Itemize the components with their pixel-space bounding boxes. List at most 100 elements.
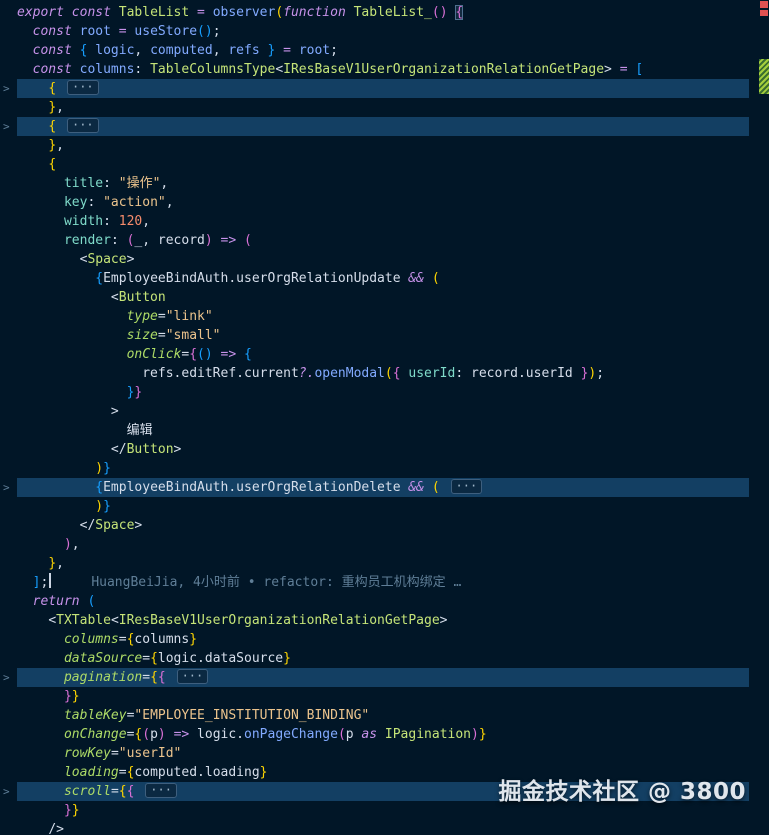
gutter <box>0 41 17 60</box>
code-token: = <box>157 328 166 343</box>
code-line[interactable]: tableKey="EMPLOYEE_INSTITUTION_BINDING" <box>0 706 769 725</box>
code-line[interactable]: columns={columns} <box>0 630 769 649</box>
code-token: => <box>173 727 190 742</box>
code-token: TableList <box>118 5 198 20</box>
code-line-content: type="link" <box>17 307 749 326</box>
overview-ruler-scrollbar[interactable] <box>755 0 769 835</box>
code-line[interactable]: <TXTable<IResBaseV1UserOrganizationRelat… <box>0 611 769 630</box>
folded-code-badge[interactable]: ··· <box>66 118 99 133</box>
fold-chevron-icon[interactable]: > <box>0 782 17 801</box>
code-token: = <box>157 309 166 324</box>
code-line-content: rowKey="userId" <box>17 744 749 763</box>
code-line[interactable]: return ( <box>0 592 769 611</box>
code-token: root <box>298 43 331 58</box>
gutter <box>0 22 17 41</box>
code-line[interactable]: refs.editRef.current?.openModal({ userId… <box>0 364 769 383</box>
gutter <box>0 535 17 554</box>
code-line[interactable]: }, <box>0 554 769 573</box>
code-line[interactable]: > pagination={{ ··· <box>0 668 769 687</box>
code-token: , <box>71 537 80 552</box>
code-line[interactable]: onChange={(p) => logic.onPageChange(p as… <box>0 725 769 744</box>
code-token: "small" <box>165 328 221 343</box>
code-line[interactable]: <Button <box>0 288 769 307</box>
code-line[interactable]: )} <box>0 459 769 478</box>
code-line[interactable]: </Space> <box>0 516 769 535</box>
gutter <box>0 573 17 592</box>
fold-chevron-icon[interactable]: > <box>0 478 17 497</box>
code-line[interactable]: const { logic, computed, refs } = root; <box>0 41 769 60</box>
code-line[interactable]: type="link" <box>0 307 769 326</box>
code-token: = <box>110 784 119 799</box>
code-line[interactable]: }, <box>0 98 769 117</box>
fold-chevron-icon[interactable]: > <box>0 79 17 98</box>
folded-code-badge[interactable]: ··· <box>145 783 177 798</box>
code-line[interactable]: onClick={() => { <box>0 345 769 364</box>
code-token: const <box>32 62 80 77</box>
code-line[interactable]: rowKey="userId" <box>0 744 769 763</box>
gutter <box>0 744 17 763</box>
code-line[interactable]: const columns: TableColumnsType<IResBase… <box>0 60 769 79</box>
code-line-content: {EmployeeBindAuth.userOrgRelationDelete … <box>17 478 749 497</box>
fold-chevron-icon[interactable]: > <box>0 117 17 136</box>
code-token: = <box>619 62 636 77</box>
code-token: TableList_ <box>353 5 432 20</box>
folded-code-badge[interactable]: ··· <box>176 669 209 684</box>
code-editor[interactable]: export const TableList = observer(functi… <box>0 0 769 835</box>
code-token: size <box>126 328 158 343</box>
code-line-content: <Space> <box>17 250 749 269</box>
code-token: , <box>56 138 64 153</box>
code-line[interactable]: ]; HuangBeiJia, 4小时前 • refactor: 重构员工机构绑定… <box>0 573 769 592</box>
folded-code-badge[interactable]: ··· <box>66 80 99 95</box>
code-token: columns <box>134 632 190 647</box>
code-token: const <box>32 43 80 58</box>
code-line[interactable]: export const TableList = observer(functi… <box>0 3 769 22</box>
code-line[interactable]: title: "操作", <box>0 174 769 193</box>
code-token: { <box>392 366 401 381</box>
code-line[interactable]: ), <box>0 535 769 554</box>
code-line[interactable]: > {EmployeeBindAuth.userOrgRelationDelet… <box>0 478 769 497</box>
code-line[interactable]: const root = useStore(); <box>0 22 769 41</box>
code-line[interactable]: { <box>0 155 769 174</box>
folded-code-badge[interactable]: ··· <box>450 479 483 494</box>
code-token: Button <box>118 290 166 305</box>
code-token: } <box>283 651 291 666</box>
code-line[interactable]: }} <box>0 383 769 402</box>
code-token: , <box>142 214 151 229</box>
code-line[interactable]: 编辑 <box>0 421 769 440</box>
code-token: } <box>71 803 80 818</box>
code-line[interactable]: render: (_, record) => ( <box>0 231 769 250</box>
gutter <box>0 649 17 668</box>
code-line[interactable]: )} <box>0 497 769 516</box>
code-line[interactable]: > { ··· <box>0 79 769 98</box>
git-blame-annotation: HuangBeiJia, 4小时前 • refactor: 重构员工机构绑定 … <box>91 575 462 590</box>
code-line[interactable]: > <box>0 402 769 421</box>
code-line[interactable]: width: 120, <box>0 212 769 231</box>
code-line[interactable]: /> <box>0 820 769 835</box>
code-token: observer <box>212 5 276 20</box>
code-line[interactable]: dataSource={logic.dataSource} <box>0 649 769 668</box>
code-line[interactable]: <Space> <box>0 250 769 269</box>
code-line[interactable]: </Button> <box>0 440 769 459</box>
code-line[interactable]: size="small" <box>0 326 769 345</box>
fold-chevron-icon[interactable]: > <box>0 668 17 687</box>
code-token: logic <box>95 43 135 58</box>
code-line[interactable]: key: "action", <box>0 193 769 212</box>
code-line[interactable]: > { ··· <box>0 117 769 136</box>
code-token: () <box>431 5 448 20</box>
code-token: "link" <box>165 309 213 324</box>
code-line[interactable]: {EmployeeBindAuth.userOrgRelationUpdate … <box>0 269 769 288</box>
code-token: scroll <box>63 784 111 799</box>
gutter <box>0 630 17 649</box>
gutter <box>0 611 17 630</box>
code-token: ) <box>157 727 166 742</box>
code-line[interactable]: }} <box>0 687 769 706</box>
code-token: ) <box>204 233 213 248</box>
code-line[interactable]: }, <box>0 136 769 155</box>
code-token: } <box>259 765 268 780</box>
error-mark-icon <box>760 10 768 16</box>
